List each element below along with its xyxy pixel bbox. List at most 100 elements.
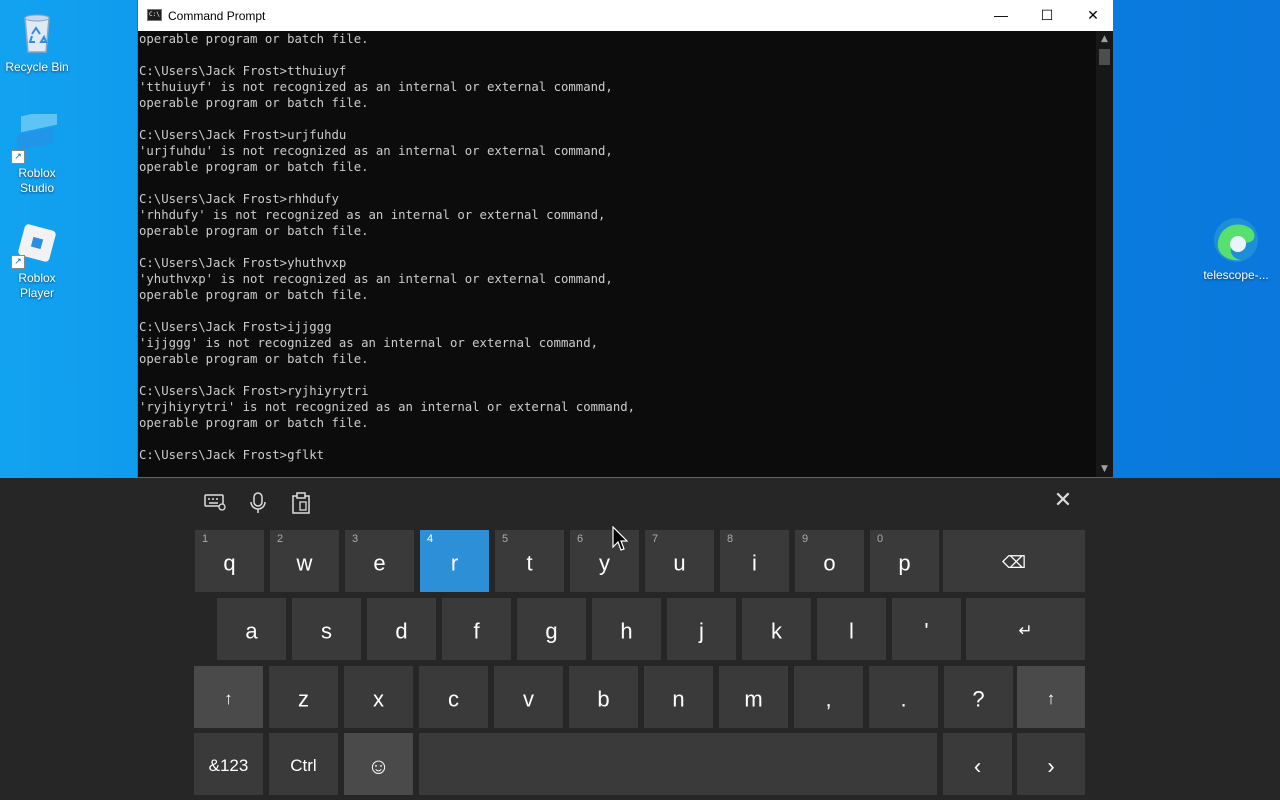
close-keyboard-button[interactable]: ✕ — [1048, 488, 1078, 513]
recycle-bin-shortcut[interactable]: Recycle Bin — [0, 8, 74, 75]
scroll-down-icon[interactable]: ▼ — [1096, 461, 1113, 477]
key-h[interactable]: h — [592, 598, 661, 660]
key-o[interactable]: 9o — [795, 530, 864, 592]
roblox-studio-label: Roblox Studio — [18, 166, 56, 195]
key-number-hint: 6 — [577, 533, 584, 545]
key-s[interactable]: s — [292, 598, 361, 660]
key-j[interactable]: j — [667, 598, 736, 660]
key-a[interactable]: a — [217, 598, 286, 660]
key-label: e — [373, 550, 386, 576]
key-g[interactable]: g — [517, 598, 586, 660]
key-label: m — [744, 686, 763, 712]
key-number-hint: 4 — [427, 533, 434, 545]
key-label: q — [223, 550, 236, 576]
key-z[interactable]: z — [269, 666, 338, 728]
scroll-up-icon[interactable]: ▲ — [1096, 31, 1113, 47]
key-label: i — [752, 550, 757, 576]
emoji-key[interactable]: ☺ — [344, 733, 413, 795]
key-number-hint: 3 — [352, 533, 359, 545]
space-bar[interactable] — [419, 733, 937, 795]
key-e[interactable]: 3e — [345, 530, 414, 592]
maximize-button[interactable]: ☐ — [1024, 0, 1070, 31]
shortcut-arrow-icon: ↗ — [11, 150, 25, 164]
command-prompt-window[interactable]: Command Prompt — ☐ ✕ operable program or… — [137, 0, 1114, 478]
key-c[interactable]: c — [419, 666, 488, 728]
key-n[interactable]: n — [644, 666, 713, 728]
key-number-hint: 5 — [502, 533, 509, 545]
key-u[interactable]: 7u — [645, 530, 714, 592]
enter-key[interactable]: ↵ — [966, 598, 1085, 660]
key-label: r — [450, 550, 459, 576]
key-label: ↑ — [224, 689, 233, 708]
key-period[interactable]: . — [869, 666, 938, 728]
right-arrow-key[interactable]: › — [1017, 733, 1085, 795]
key-k[interactable]: k — [742, 598, 811, 660]
key-label: s — [321, 618, 332, 644]
roblox-player-shortcut[interactable]: ↗ Roblox Player — [0, 219, 74, 301]
key-b[interactable]: b — [569, 666, 638, 728]
key-q[interactable]: 1q — [195, 530, 264, 592]
key-label: &123 — [208, 756, 249, 775]
vertical-scrollbar[interactable]: ▲ ▼ — [1096, 31, 1113, 477]
key-l[interactable]: l — [817, 598, 886, 660]
key-apostrophe[interactable]: ' — [892, 598, 961, 660]
key-label: v — [523, 686, 534, 712]
key-i[interactable]: 8i — [720, 530, 789, 592]
roblox-player-icon: ↗ — [11, 219, 61, 269]
key-m[interactable]: m — [719, 666, 788, 728]
key-v[interactable]: v — [494, 666, 563, 728]
key-label: ⌫ — [1001, 553, 1027, 572]
clipboard-icon[interactable] — [286, 492, 316, 516]
edge-icon — [1212, 216, 1260, 264]
key-comma[interactable]: , — [794, 666, 863, 728]
minimize-button[interactable]: — — [978, 0, 1024, 31]
title-bar[interactable]: Command Prompt — ☐ ✕ — [138, 0, 1113, 31]
key-y[interactable]: 6y — [570, 530, 639, 592]
key-label: u — [673, 550, 686, 576]
key-number-hint: 9 — [802, 533, 809, 545]
key-t[interactable]: 5t — [495, 530, 564, 592]
console-app-icon — [147, 9, 162, 21]
key-label: o — [823, 550, 836, 576]
console-output[interactable]: operable program or batch file. C:\Users… — [139, 31, 1094, 471]
key-label: b — [597, 686, 610, 712]
backspace-key[interactable]: ⌫ — [943, 530, 1085, 592]
key-number-hint: 1 — [202, 533, 209, 545]
roblox-studio-shortcut[interactable]: ↗ Roblox Studio — [0, 108, 74, 196]
close-button[interactable]: ✕ — [1070, 0, 1116, 31]
scroll-thumb[interactable] — [1099, 49, 1110, 65]
telescope-edge-shortcut[interactable]: telescope-... — [1199, 216, 1273, 283]
key-label: ↵ — [1018, 621, 1033, 640]
key-d[interactable]: d — [367, 598, 436, 660]
recycle-bin-icon — [13, 8, 61, 56]
key-p[interactable]: 0p — [870, 530, 939, 592]
left-shift-key[interactable]: ↑ — [194, 666, 263, 728]
key-r[interactable]: 4r — [420, 530, 489, 592]
key-label: n — [672, 686, 685, 712]
right-shift-key[interactable]: ↑ — [1017, 666, 1085, 728]
microphone-icon[interactable] — [243, 492, 273, 516]
key-label: p — [898, 550, 911, 576]
touch-keyboard: ✕ 1 q 2 w 3 e 4 r 5 t 6 y 7 u 8 i 9 o 0 p ⌫ a s d f g h j k l ' ↵ ↑ z x c v b… — [0, 478, 1280, 800]
key-w[interactable]: 2w — [270, 530, 339, 592]
left-arrow-key[interactable]: ‹ — [943, 733, 1012, 795]
key-x[interactable]: x — [344, 666, 413, 728]
key-number-hint: 8 — [727, 533, 734, 545]
roblox-player-label: Roblox Player — [18, 271, 56, 300]
keyboard-settings-icon[interactable] — [200, 492, 230, 516]
recycle-bin-label: Recycle Bin — [5, 60, 69, 74]
key-number-hint: 2 — [277, 533, 284, 545]
symbols-key[interactable]: &123 — [194, 733, 263, 795]
key-label: g — [545, 618, 558, 644]
window-title: Command Prompt — [168, 9, 266, 23]
key-label: ☺ — [367, 753, 390, 779]
key-label: a — [245, 618, 258, 644]
key-label: ? — [972, 686, 985, 712]
key-question[interactable]: ? — [944, 666, 1013, 728]
key-f[interactable]: f — [442, 598, 511, 660]
key-label: . — [900, 686, 907, 712]
ctrl-key[interactable]: Ctrl — [269, 733, 338, 795]
key-label: y — [599, 550, 610, 576]
roblox-studio-icon: ↗ — [11, 108, 61, 164]
key-label: › — [1047, 753, 1055, 779]
